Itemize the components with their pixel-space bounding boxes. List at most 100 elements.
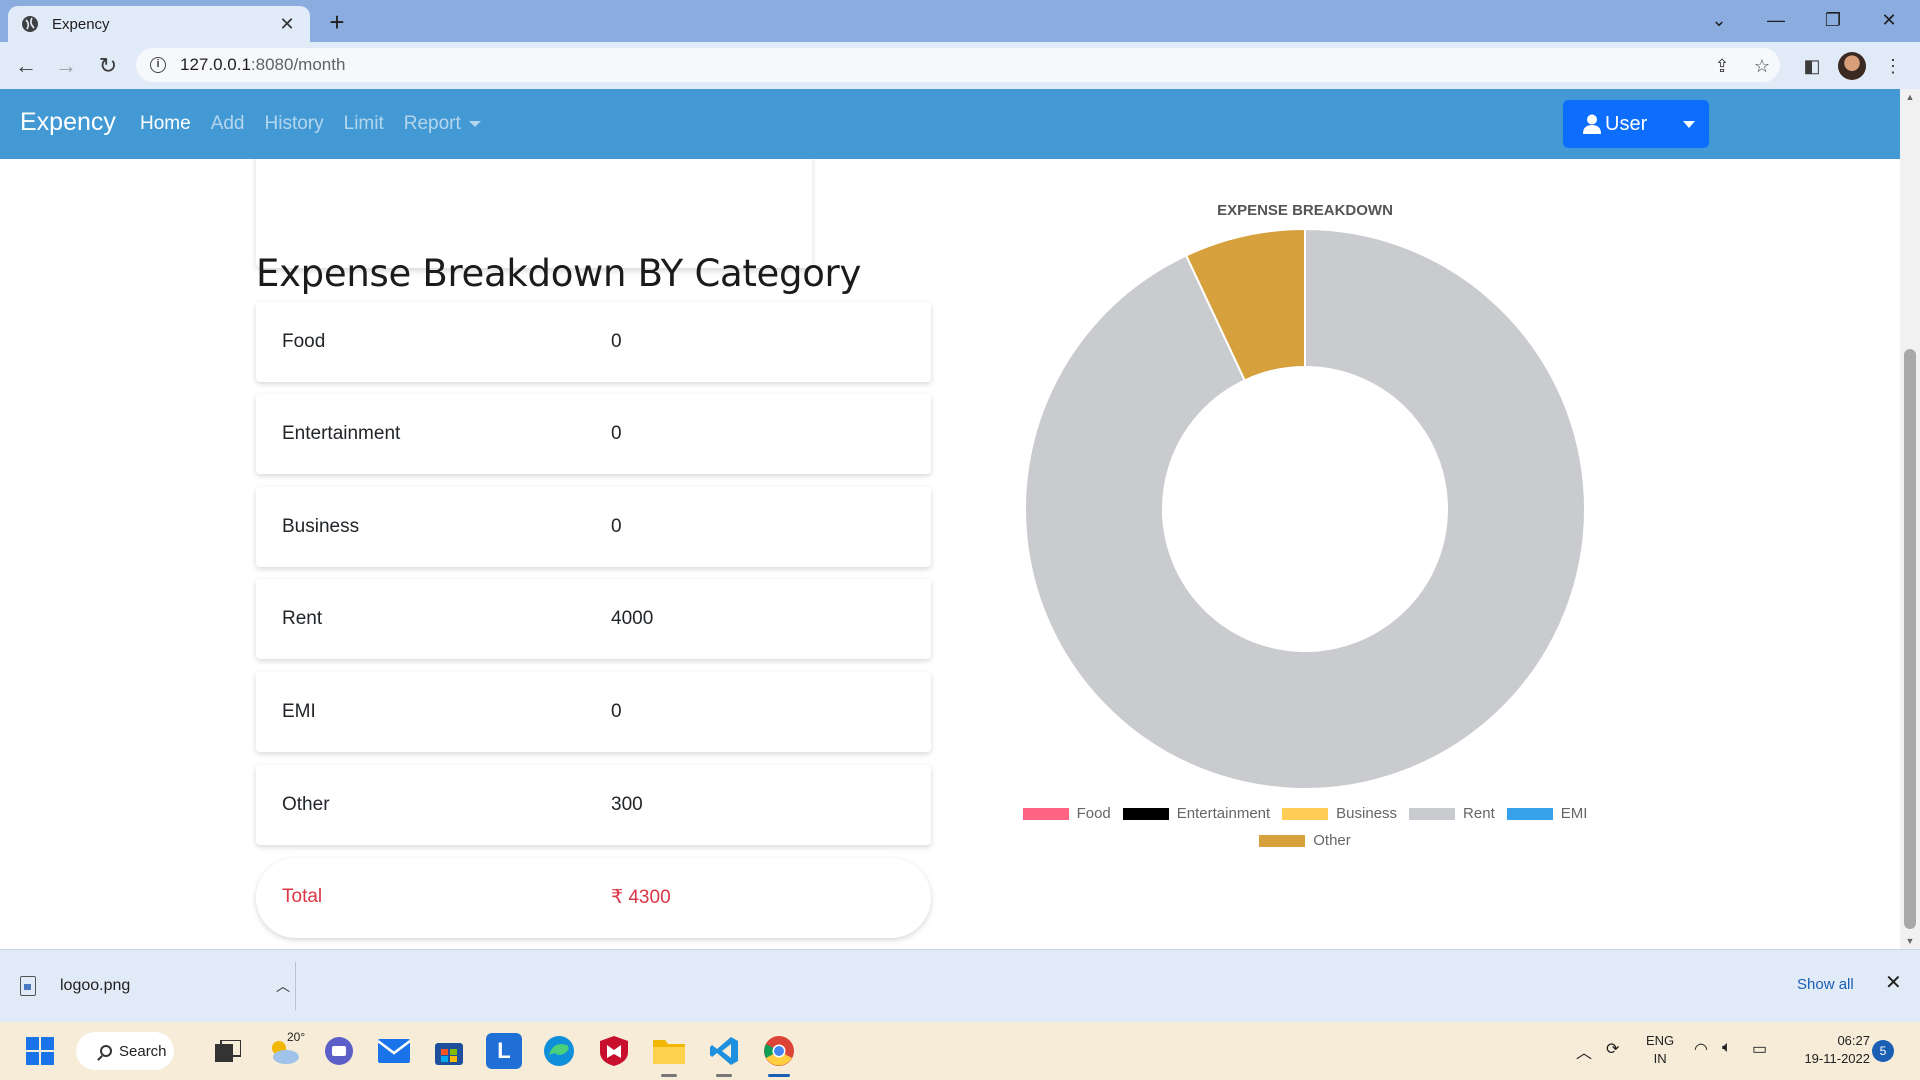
show-all-link[interactable]: Show all <box>1797 976 1854 993</box>
category-value: 0 <box>611 331 622 352</box>
restore-button[interactable]: ❐ <box>1810 6 1856 34</box>
legend-row: Other <box>990 832 1620 849</box>
scrollbar-thumb[interactable] <box>1904 349 1916 929</box>
forward-button[interactable]: → <box>50 50 82 82</box>
category-name: Business <box>282 516 360 537</box>
app-navbar: Expency Home Add History Limit Report Us… <box>0 89 1900 159</box>
category-row-rent: Rent 4000 <box>256 579 931 659</box>
user-button-label: User <box>1605 112 1648 135</box>
category-name: Rent <box>282 608 323 629</box>
nav-limit[interactable]: Limit <box>344 113 384 135</box>
input-language[interactable]: ENG IN <box>1646 1032 1674 1068</box>
tray-chevron-up-icon[interactable]: ︿ <box>1576 1039 1592 1063</box>
legend-label: Business <box>1336 805 1398 822</box>
system-clock[interactable]: 06:27 19-11-2022 <box>1790 1032 1870 1068</box>
download-file-name: logoo.png <box>60 977 131 994</box>
category-name: EMI <box>282 701 316 722</box>
weather-temp: 20° <box>287 1030 306 1044</box>
legend-swatch <box>1259 834 1306 847</box>
category-row-other: Other 300 <box>256 765 931 845</box>
edge-browser-icon[interactable] <box>541 1033 577 1069</box>
site-info-icon[interactable]: i <box>150 57 166 73</box>
windows-start-icon[interactable] <box>22 1033 58 1069</box>
nav-report-dropdown[interactable]: Report <box>404 113 481 135</box>
total-row: Total ₹ 4300 <box>256 858 931 938</box>
nav-history[interactable]: History <box>265 113 324 135</box>
legend-swatch <box>1506 807 1553 820</box>
page-viewport: Expency Home Add History Limit Report Us… <box>0 89 1900 949</box>
share-icon[interactable]: ⇪ <box>1708 52 1736 80</box>
caret-down-icon <box>468 120 481 127</box>
close-window-button[interactable]: ✕ <box>1866 6 1912 34</box>
chrome-icon[interactable] <box>761 1033 797 1069</box>
url-text: 127.0.0.1:8080/month <box>180 55 345 75</box>
minimize-button[interactable]: — <box>1753 6 1799 34</box>
download-item[interactable]: logoo.png ︿ <box>20 968 290 1004</box>
back-button[interactable]: ← <box>10 50 42 82</box>
browser-menu-icon[interactable]: ⋮ <box>1879 52 1907 80</box>
legend-swatch <box>1282 807 1329 820</box>
file-explorer-icon[interactable] <box>651 1033 687 1069</box>
sync-icon[interactable]: ⟳ <box>1606 1039 1619 1059</box>
running-indicator <box>716 1074 732 1077</box>
legend-item-business[interactable]: Business <box>1282 805 1397 822</box>
category-value: 4000 <box>611 608 654 629</box>
bookmark-star-icon[interactable]: ☆ <box>1748 52 1776 80</box>
category-name: Entertainment <box>282 423 401 444</box>
legend-swatch <box>1122 807 1169 820</box>
task-view-icon[interactable] <box>210 1033 246 1069</box>
total-label: Total <box>282 886 323 907</box>
address-bar[interactable]: i 127.0.0.1:8080/month <box>136 48 1780 82</box>
nav-add[interactable]: Add <box>211 113 245 135</box>
browser-toolbar: ← → ↻ i 127.0.0.1:8080/month ⇪ ☆ ◧ ⋮ <box>0 42 1920 89</box>
legend-item-emi[interactable]: EMI <box>1506 805 1588 822</box>
nav-home[interactable]: Home <box>140 113 191 135</box>
reload-button[interactable]: ↻ <box>92 50 124 82</box>
legend-item-rent[interactable]: Rent <box>1409 805 1495 822</box>
legend-label: Entertainment <box>1176 805 1271 822</box>
brand-logo[interactable]: Expency <box>20 108 116 137</box>
scroll-down-arrow-icon[interactable]: ▼ <box>1900 933 1920 949</box>
url-host: 127.0.0.1 <box>180 55 251 74</box>
tab-search-chevron-icon[interactable]: ⌄ <box>1696 6 1742 34</box>
legend-item-entertainment[interactable]: Entertainment <box>1122 805 1271 822</box>
new-tab-button[interactable]: + <box>322 8 352 38</box>
side-panel-icon[interactable]: ◧ <box>1798 52 1826 80</box>
total-value: ₹ 4300 <box>611 887 671 908</box>
user-dropdown[interactable]: User <box>1563 100 1709 148</box>
expense-doughnut-chart[interactable] <box>1020 229 1590 799</box>
tab-title: Expency <box>52 15 110 33</box>
legend-label: EMI <box>1560 805 1588 822</box>
category-row-emi: EMI 0 <box>256 672 931 752</box>
tab-close-icon[interactable]: ✕ <box>276 14 298 35</box>
vscode-icon[interactable] <box>706 1033 742 1069</box>
close-download-bar-icon[interactable]: ✕ <box>1885 970 1902 995</box>
lang-line2: IN <box>1653 1051 1667 1066</box>
mail-icon[interactable] <box>376 1033 412 1069</box>
l-app-icon[interactable]: L <box>486 1033 522 1069</box>
chevron-up-icon[interactable]: ︿ <box>276 976 290 996</box>
profile-avatar[interactable] <box>1838 52 1866 80</box>
microsoft-store-icon[interactable] <box>431 1033 467 1069</box>
notification-badge[interactable]: 5 <box>1872 1040 1894 1062</box>
user-dropdown-toggle[interactable] <box>1668 100 1709 148</box>
category-value: 0 <box>611 423 622 444</box>
mcafee-shield-icon[interactable] <box>596 1033 632 1069</box>
divider <box>295 962 296 1010</box>
image-file-icon <box>20 976 36 996</box>
battery-icon[interactable]: ▭ <box>1752 1039 1767 1059</box>
category-value: 300 <box>611 794 643 815</box>
legend-item-food[interactable]: Food <box>1022 805 1111 822</box>
wifi-icon[interactable]: ◠ <box>1694 1039 1708 1059</box>
user-button[interactable]: User <box>1563 100 1668 148</box>
page-scrollbar[interactable]: ▲ ▼ <box>1900 89 1920 949</box>
volume-icon[interactable]: 🔈︎ <box>1722 1039 1732 1057</box>
browser-tab-strip: Expency ✕ + ⌄ — ❐ ✕ <box>0 0 1920 42</box>
legend-item-other[interactable]: Other <box>1259 832 1351 849</box>
browser-tab[interactable]: Expency ✕ <box>8 6 310 42</box>
teams-chat-icon[interactable] <box>321 1033 357 1069</box>
category-row-entertainment: Entertainment 0 <box>256 394 931 474</box>
scroll-up-arrow-icon[interactable]: ▲ <box>1900 89 1920 105</box>
taskbar-search[interactable]: Search <box>76 1032 174 1070</box>
legend-row: Food Entertainment Business Rent EMI <box>990 805 1620 822</box>
